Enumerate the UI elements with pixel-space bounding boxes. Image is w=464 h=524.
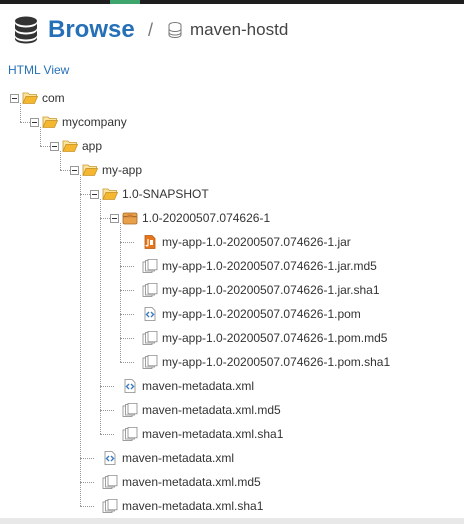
tree-node[interactable]: maven-metadata.xml.sha1: [0, 423, 464, 445]
tree-node[interactable]: my-app-1.0-20200507.074626-1.pom.sha1: [0, 351, 464, 373]
generic-file-icon: [142, 330, 158, 345]
generic-file-icon: [102, 498, 118, 513]
collapse-toggle[interactable]: [90, 190, 99, 199]
tree-node-label[interactable]: my-app-1.0-20200507.074626-1.pom.sha1: [162, 354, 390, 370]
xml-file-icon: [142, 307, 158, 321]
tree-node[interactable]: maven-metadata.xml.md5: [0, 471, 464, 493]
xml-file-icon: [102, 451, 118, 465]
collapse-toggle[interactable]: [50, 142, 59, 151]
tree-node-label[interactable]: mycompany: [62, 114, 127, 130]
tree-node[interactable]: maven-metadata.xml.md5: [0, 399, 464, 421]
tree-node-label[interactable]: my-app-1.0-20200507.074626-1.jar: [162, 234, 351, 250]
tree-node-label[interactable]: my-app-1.0-20200507.074626-1.jar.md5: [162, 258, 377, 274]
collapse-toggle[interactable]: [110, 214, 119, 223]
folder-open-icon: [82, 163, 99, 177]
tree-node[interactable]: maven-metadata.xml.sha1: [0, 495, 464, 517]
tree-node-label[interactable]: maven-metadata.xml.sha1: [142, 426, 283, 442]
tree-node[interactable]: my-app-1.0-20200507.074626-1.jar: [0, 231, 464, 253]
tree-node-label[interactable]: my-app-1.0-20200507.074626-1.pom: [162, 306, 361, 322]
generic-file-icon: [122, 402, 138, 417]
generic-file-icon: [102, 474, 118, 489]
tree-node-label[interactable]: maven-metadata.xml.sha1: [122, 498, 263, 514]
generic-file-icon: [142, 258, 158, 273]
tree-node[interactable]: maven-metadata.xml: [0, 447, 464, 469]
folder-open-icon: [62, 139, 79, 153]
tree-node[interactable]: 1.0-SNAPSHOT: [0, 183, 464, 205]
tree-node-label[interactable]: my-app: [102, 162, 142, 178]
collapse-toggle[interactable]: [30, 118, 39, 127]
tree-node-label[interactable]: app: [82, 138, 102, 154]
tree-node-label[interactable]: maven-metadata.xml: [142, 378, 254, 394]
generic-file-icon: [142, 282, 158, 297]
tree-node[interactable]: my-app-1.0-20200507.074626-1.pom.md5: [0, 327, 464, 349]
tree-node-label[interactable]: maven-metadata.xml.md5: [122, 474, 261, 490]
generic-file-icon: [122, 426, 138, 441]
xml-file-icon: [122, 379, 138, 393]
horizontal-scrollbar[interactable]: [0, 518, 464, 524]
tree-node-label[interactable]: maven-metadata.xml: [122, 450, 234, 466]
tree-node[interactable]: 1.0-20200507.074626-1: [0, 207, 464, 229]
tree-node[interactable]: app: [0, 135, 464, 157]
tree-node[interactable]: com: [0, 87, 464, 109]
tree-node[interactable]: maven-metadata.xml: [0, 375, 464, 397]
tree-node[interactable]: my-app: [0, 159, 464, 181]
folder-open-icon: [22, 91, 39, 105]
tree-node[interactable]: my-app-1.0-20200507.074626-1.jar.sha1: [0, 279, 464, 301]
package-icon: [122, 211, 138, 225]
tree-node-label[interactable]: my-app-1.0-20200507.074626-1.jar.sha1: [162, 282, 380, 298]
tree-node-label[interactable]: my-app-1.0-20200507.074626-1.pom.md5: [162, 330, 387, 346]
tree-node[interactable]: my-app-1.0-20200507.074626-1.jar.md5: [0, 255, 464, 277]
repository-tree: com mycompany app my-app 1.0-SNAPSHOT 1.0-202…: [0, 0, 464, 524]
tree-node-label[interactable]: com: [42, 90, 65, 106]
collapse-toggle[interactable]: [10, 94, 19, 103]
folder-open-icon: [102, 187, 119, 201]
tree-node-label[interactable]: 1.0-20200507.074626-1: [142, 210, 270, 226]
tree-node-label[interactable]: maven-metadata.xml.md5: [142, 402, 281, 418]
jar-file-icon: [142, 235, 158, 249]
tree-node[interactable]: mycompany: [0, 111, 464, 133]
tree-node-label[interactable]: 1.0-SNAPSHOT: [122, 186, 209, 202]
tree-node[interactable]: my-app-1.0-20200507.074626-1.pom: [0, 303, 464, 325]
folder-open-icon: [42, 115, 59, 129]
collapse-toggle[interactable]: [70, 166, 79, 175]
generic-file-icon: [142, 354, 158, 369]
